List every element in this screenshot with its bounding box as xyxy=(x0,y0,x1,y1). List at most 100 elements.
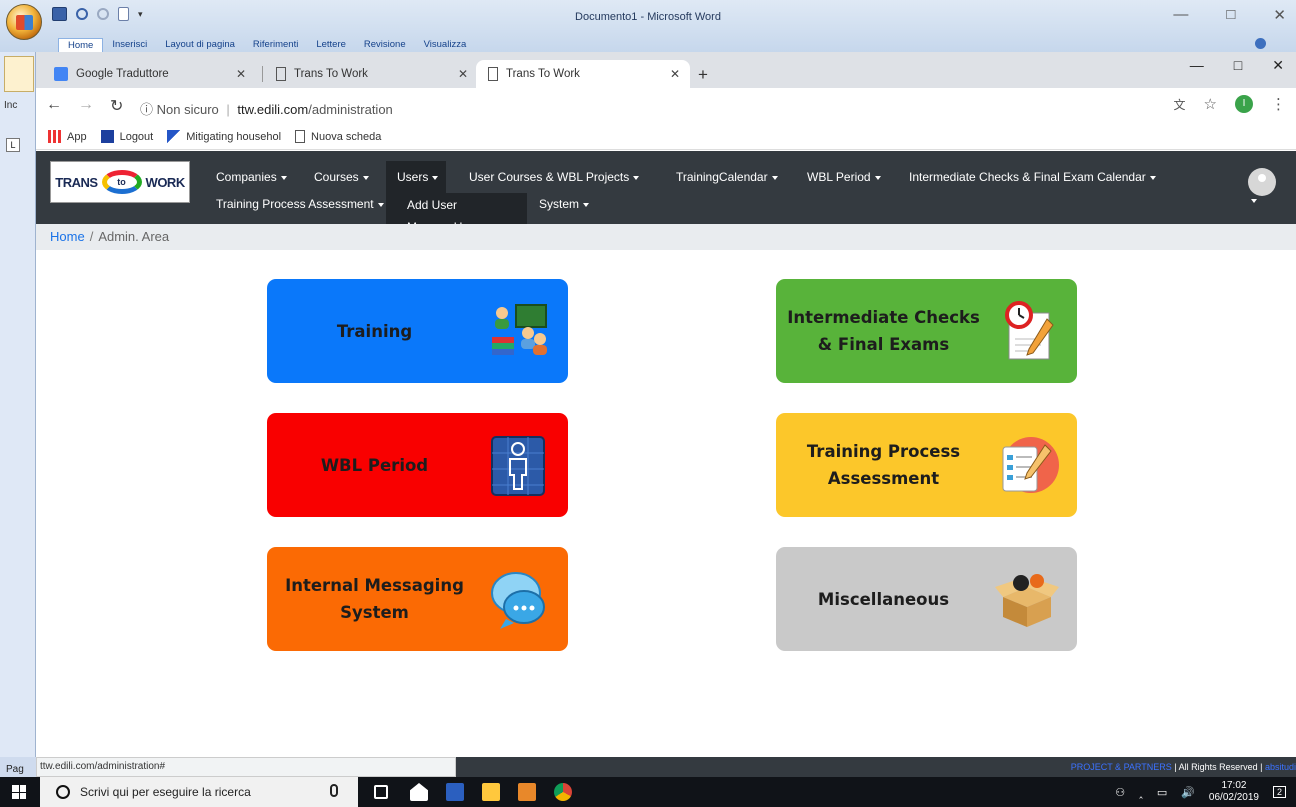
browser-close-icon[interactable]: ✕ xyxy=(1272,57,1284,74)
bookmark-logout[interactable]: Logout xyxy=(100,130,153,143)
security-label: Non sicuro xyxy=(156,102,219,117)
browser-tab-ttw-active[interactable]: Trans To Work ✕ xyxy=(476,60,690,88)
card-label-line2: Assessment xyxy=(827,469,940,488)
card-label-line1: Intermediate Checks xyxy=(787,308,980,327)
forward-icon[interactable]: → xyxy=(78,96,94,116)
ribbon-tab-riferimenti[interactable]: Riferimenti xyxy=(244,38,307,52)
reload-icon[interactable]: ↻ xyxy=(110,96,123,116)
ribbon-tab-inserisci[interactable]: Inserisci xyxy=(103,38,156,52)
nav-system[interactable]: System xyxy=(539,197,590,211)
close-tab-icon[interactable]: ✕ xyxy=(670,67,680,81)
bookmarks-bar: App Logout Mitigating househol Nuova sch… xyxy=(36,124,1296,150)
breadcrumb: Home / Admin. Area xyxy=(36,224,1296,250)
bookmark-apps[interactable]: App xyxy=(48,130,87,143)
mail-icon[interactable] xyxy=(410,783,428,801)
help-icon[interactable] xyxy=(1255,38,1266,49)
training-icon xyxy=(492,304,547,355)
clock-time: 17:02 xyxy=(1221,780,1247,791)
word-app-icon[interactable] xyxy=(446,783,464,801)
paste-button[interactable] xyxy=(4,56,34,92)
trans-to-work-logo[interactable]: TRANS to WORK xyxy=(50,161,190,203)
people-icon[interactable]: ⚇ xyxy=(1115,786,1125,799)
file-explorer-icon[interactable] xyxy=(482,783,500,801)
close-icon[interactable]: ✕ xyxy=(1273,6,1286,24)
left-pane-label: Inc xyxy=(4,100,18,111)
status-bar-url: ttw.edili.com/administration# xyxy=(36,757,456,777)
nav-courses[interactable]: Courses xyxy=(314,170,369,184)
minimize-icon[interactable]: — xyxy=(1173,6,1188,24)
card-label-line2: System xyxy=(340,603,409,622)
browser-tab-translate[interactable]: Google Traduttore ✕ xyxy=(42,60,256,88)
bookmark-star-icon[interactable]: ☆ xyxy=(1204,95,1217,113)
close-tab-icon[interactable]: ✕ xyxy=(236,67,246,81)
info-icon[interactable]: ⓘ xyxy=(140,102,153,117)
address-bar[interactable]: ⓘ Non sicuro | ttw.edili.com/administrat… xyxy=(140,99,393,118)
card-training[interactable]: Training xyxy=(267,279,568,383)
maximize-icon[interactable]: □ xyxy=(1226,6,1235,24)
nav-checks-calendar[interactable]: Intermediate Checks & Final Exam Calenda… xyxy=(909,170,1156,184)
page-icon xyxy=(488,67,498,81)
ruler-tab-selector[interactable]: L xyxy=(6,138,20,152)
windows-taskbar: Scrivi qui per eseguire la ricerca ⚇ ‸ ▭… xyxy=(0,777,1296,807)
translate-page-icon[interactable]: 文 xyxy=(1174,96,1186,113)
chevron-down-icon[interactable] xyxy=(1251,199,1257,203)
browser-tab-ttw-1[interactable]: Trans To Work ✕ xyxy=(264,60,478,88)
nav-wbl-period[interactable]: WBL Period xyxy=(807,170,881,184)
word-status-page: Pag xyxy=(0,757,36,777)
microphone-icon[interactable] xyxy=(330,784,338,797)
menu-kebab-icon[interactable]: ⋮ xyxy=(1271,95,1286,113)
ribbon-tab-visualizza[interactable]: Visualizza xyxy=(415,38,476,52)
nav-training-process[interactable]: Training Process Assessment xyxy=(216,197,384,211)
google-translate-icon xyxy=(54,67,68,81)
task-view-icon[interactable] xyxy=(374,785,388,799)
ribbon-tab-layout[interactable]: Layout di pagina xyxy=(156,38,244,52)
card-training-process[interactable]: Training Process Assessment xyxy=(776,413,1077,517)
volume-icon[interactable]: 🔊 xyxy=(1181,786,1195,799)
card-wbl-period[interactable]: WBL Period xyxy=(267,413,568,517)
outlook-app-icon[interactable] xyxy=(518,783,536,801)
back-icon[interactable]: ← xyxy=(46,96,62,116)
browser-minimize-icon[interactable]: — xyxy=(1190,57,1204,74)
chat-bubbles-icon xyxy=(491,572,545,629)
word-left-pane: Inc L xyxy=(0,52,36,757)
breadcrumb-home[interactable]: Home xyxy=(50,229,85,244)
clock[interactable]: 17:02 06/02/2019 xyxy=(1209,780,1259,804)
nav-training-calendar[interactable]: TrainingCalendar xyxy=(676,170,778,184)
cortana-icon xyxy=(56,785,70,799)
nav-user-courses[interactable]: User Courses & WBL Projects xyxy=(469,170,640,184)
tab-strip: Google Traduttore ✕ Trans To Work ✕ Tran… xyxy=(36,52,1296,88)
url-host: ttw.edili.com xyxy=(237,102,309,117)
footer-tail[interactable]: absitudi xyxy=(1265,762,1296,772)
bookmark-new-tab[interactable]: Nuova scheda xyxy=(295,130,381,143)
search-placeholder: Scrivi qui per eseguire la ricerca xyxy=(80,785,251,799)
ribbon-tab-home[interactable]: Home xyxy=(58,38,104,52)
windows-start-icon[interactable] xyxy=(12,785,26,799)
page-icon xyxy=(295,130,306,143)
card-label: Training xyxy=(336,322,413,341)
close-tab-icon[interactable]: ✕ xyxy=(458,67,468,81)
taskbar-search-box[interactable]: Scrivi qui per eseguire la ricerca xyxy=(40,777,358,807)
box-icon xyxy=(995,574,1059,627)
browser-maximize-icon[interactable]: □ xyxy=(1234,57,1242,74)
card-label: WBL Period xyxy=(320,456,429,475)
ribbon-tab-revisione[interactable]: Revisione xyxy=(355,38,415,52)
user-avatar[interactable] xyxy=(1248,168,1276,196)
menu-item-add-user[interactable]: Add User xyxy=(407,198,457,212)
system-tray: ⚇ ‸ ▭ 🔊 17:02 06/02/2019 2 xyxy=(1115,777,1286,807)
card-intermediate-checks[interactable]: Intermediate Checks & Final Exams xyxy=(776,279,1077,383)
bookmark-mitigating[interactable]: Mitigating househol xyxy=(167,130,281,143)
clock-date: 06/02/2019 xyxy=(1208,792,1259,803)
card-miscellaneous[interactable]: Miscellaneous xyxy=(776,547,1077,651)
worker-icon xyxy=(491,436,545,496)
card-internal-messaging[interactable]: Internal Messaging System xyxy=(267,547,568,651)
chrome-app-icon[interactable] xyxy=(554,783,572,801)
ribbon-tab-lettere[interactable]: Lettere xyxy=(307,38,355,52)
breadcrumb-current: Admin. Area xyxy=(98,229,170,244)
notifications-icon[interactable]: 2 xyxy=(1272,786,1286,798)
footer-partners-link[interactable]: PROJECT & PARTNERS xyxy=(1071,762,1172,772)
chevron-up-icon[interactable]: ‸ xyxy=(1139,786,1143,799)
new-tab-button[interactable]: + xyxy=(698,65,708,85)
nav-companies[interactable]: Companies xyxy=(216,170,287,184)
network-icon[interactable]: ▭ xyxy=(1157,786,1167,799)
profile-avatar[interactable]: I xyxy=(1235,95,1253,113)
